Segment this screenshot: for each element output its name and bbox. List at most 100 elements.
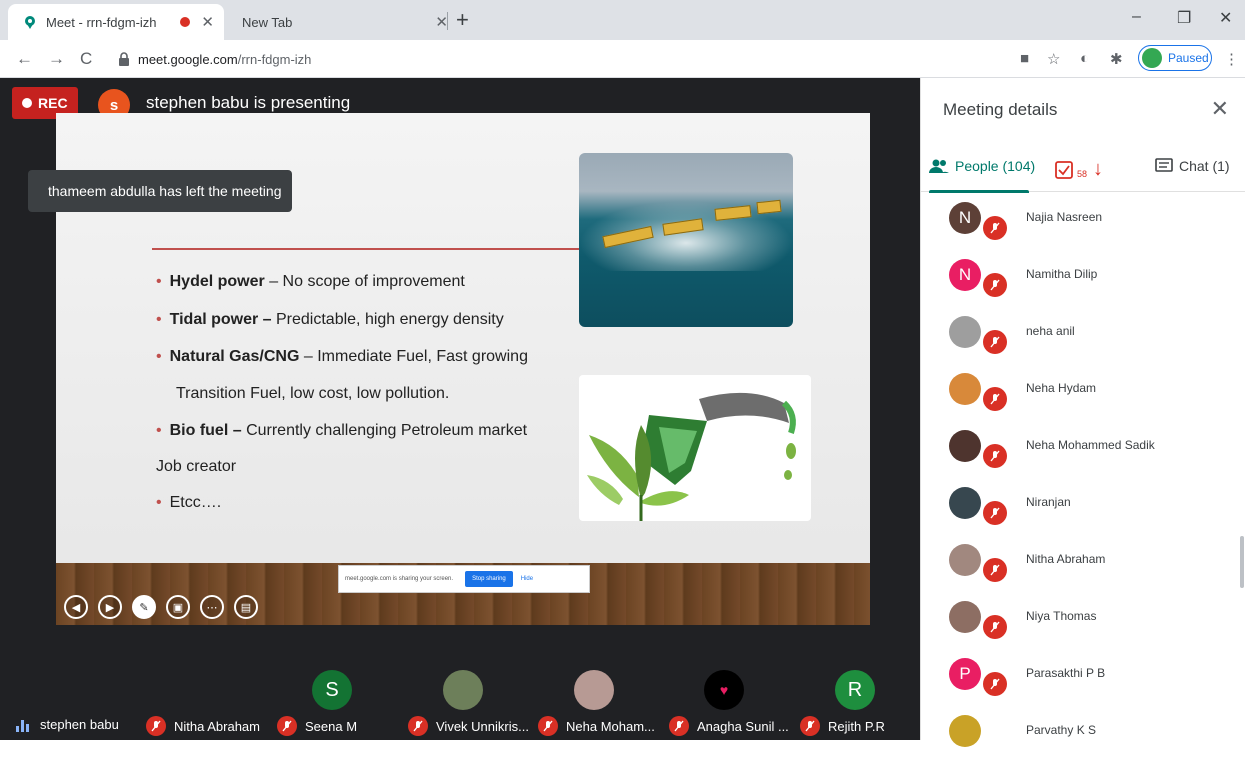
participant-name: Parasakthi P B [1026, 666, 1106, 680]
list-item[interactable]: N Namitha Dilip [949, 259, 1239, 315]
avatar [949, 430, 981, 462]
extension-circle-icon[interactable]: ◐ [1080, 50, 1089, 67]
avatar: P [949, 658, 981, 690]
participant-tile-avatar [443, 670, 483, 710]
participant-name: Neha Mohammed Sadik [1026, 438, 1155, 452]
bullet-line: Transition Fuel, low cost, low pollution… [176, 385, 450, 402]
participant-name: Neha Moham... [538, 716, 655, 736]
close-window-icon[interactable]: ✕ [1219, 8, 1232, 28]
participant-name: Vivek Unnikris... [408, 716, 529, 736]
slide-sorter-icon[interactable]: ▣ [166, 595, 190, 619]
list-item[interactable]: N Najia Nasreen [949, 202, 1239, 258]
arrow-down-icon: ↓ [1093, 158, 1104, 180]
chat-icon [1155, 158, 1173, 172]
stop-sharing-button[interactable]: Stop sharing [465, 571, 513, 587]
restore-window-icon[interactable]: ❐ [1177, 8, 1191, 28]
minimize-window-icon[interactable]: – [1132, 8, 1141, 26]
url-path: /rrn-fdgm-izh [237, 51, 312, 67]
profile-button[interactable]: Paused [1138, 45, 1212, 71]
more-menu-icon[interactable]: ⋮ [1224, 50, 1239, 68]
mic-off-icon [277, 716, 297, 736]
close-tab-icon[interactable]: ✕ [201, 13, 214, 31]
previous-slide-icon[interactable]: ◀ [64, 595, 88, 619]
checkbox-icon [1055, 160, 1073, 179]
list-item[interactable]: Niya Thomas [949, 601, 1239, 657]
mic-off-icon [800, 716, 820, 736]
avatar [949, 373, 981, 405]
google-meet-favicon-icon [22, 14, 38, 30]
meeting-details-panel: Meeting details ✕ People (104) 58 ↓ Chat… [920, 78, 1245, 747]
list-item[interactable]: Niranjan [949, 487, 1239, 543]
extensions-puzzle-icon[interactable]: ✱ [1110, 50, 1123, 68]
bullet-line: Job creator [156, 458, 237, 475]
tab-people[interactable]: People (104) [929, 158, 1035, 193]
bookmark-star-icon[interactable]: ☆ [1047, 50, 1060, 68]
next-slide-icon[interactable]: ▶ [98, 595, 122, 619]
participant-tile-avatar: S [312, 670, 352, 710]
avatar [949, 715, 981, 747]
left-meeting-toast: thameem abdulla has left the meeting [28, 170, 292, 212]
avatar: N [949, 259, 981, 291]
tab-meet[interactable]: Meet - rrn-fdgm-izh ✕ [8, 4, 224, 40]
mic-off-icon [983, 216, 1007, 240]
mic-off-icon [983, 330, 1007, 354]
panel-scrollbar[interactable] [1240, 536, 1244, 588]
participant-name: neha anil [1026, 324, 1075, 338]
mic-off-icon [669, 716, 689, 736]
participant-tile-avatar: ♥ [704, 670, 744, 710]
hide-banner-button[interactable]: Hide [521, 576, 533, 582]
more-options-icon[interactable]: ⋯ [200, 595, 224, 619]
list-item[interactable]: neha anil [949, 316, 1239, 372]
presenting-text: stephen babu is presenting [146, 93, 351, 112]
wave-buoy [756, 199, 782, 215]
avatar [949, 544, 981, 576]
participant-name-bar: stephen babu Nitha Abraham Seena M Vivek… [0, 712, 920, 738]
biofuel-nozzle-image [579, 375, 811, 521]
browser-toolbar: ← → C meet.google.com /rrn-fdgm-izh ■ ☆ … [0, 40, 1245, 78]
address-bar[interactable]: meet.google.com /rrn-fdgm-izh [108, 45, 998, 73]
forward-arrow-icon[interactable]: → [48, 49, 65, 69]
participant-name: Niya Thomas [1026, 609, 1097, 623]
rec-label: REC [38, 95, 68, 111]
participant-name: Nitha Abraham [146, 716, 260, 736]
tab-new-tab[interactable]: New Tab ✕ [228, 4, 468, 40]
tab-chat[interactable]: Chat (1) [1155, 158, 1230, 174]
list-item[interactable]: Parvathy K S [949, 715, 1239, 771]
participant-name: Anagha Sunil ... [669, 716, 789, 736]
reload-icon[interactable]: C [80, 49, 92, 69]
avatar: N [949, 202, 981, 234]
avatar [949, 316, 981, 348]
participant-name: Seena M [277, 716, 357, 736]
participant-name: Najia Nasreen [1026, 210, 1103, 224]
list-item[interactable]: Nitha Abraham [949, 544, 1239, 600]
presenter-view-icon[interactable]: ▤ [234, 595, 258, 619]
avatar [949, 487, 981, 519]
avatar [949, 601, 981, 633]
list-item[interactable]: Neha Mohammed Sadik [949, 430, 1239, 486]
list-item[interactable]: P Parasakthi P B [949, 658, 1239, 714]
pen-tool-icon[interactable]: ✎ [132, 595, 156, 619]
avatar [1142, 48, 1162, 68]
list-item[interactable]: Neha Hydam [949, 373, 1239, 429]
bullet-line: • Hydel power – No scope of improvement [156, 273, 465, 290]
browser-tab-strip: Meet - rrn-fdgm-izh ✕ New Tab ✕ + – ❐ ✕ [0, 0, 1245, 40]
tab-separator [447, 12, 448, 30]
people-icon [929, 159, 949, 173]
mic-off-icon [983, 273, 1007, 297]
mic-off-icon [983, 444, 1007, 468]
bullet-line: • Natural Gas/CNG – Immediate Fuel, Fast … [156, 348, 528, 365]
close-panel-icon[interactable]: ✕ [1211, 96, 1229, 122]
participant-name: Niranjan [1026, 495, 1071, 509]
url-host: meet.google.com [138, 51, 238, 67]
participant-name: stephen babu [16, 716, 119, 732]
tab-attendance[interactable]: 58 ↓ [1055, 158, 1103, 181]
speaking-indicator-icon [16, 716, 32, 732]
bullet-line: • Tidal power – Predictable, high energy … [156, 311, 504, 328]
screen-share-banner: meet.google.com is sharing your screen. … [338, 565, 590, 593]
panel-tabs: People (104) 58 ↓ Chat (1) [921, 146, 1245, 193]
back-arrow-icon[interactable]: ← [16, 49, 33, 69]
camera-icon[interactable]: ■ [1020, 50, 1029, 67]
new-tab-plus-icon[interactable]: + [456, 7, 469, 33]
slide-divider [152, 248, 582, 250]
participant-name: Neha Hydam [1026, 381, 1097, 395]
